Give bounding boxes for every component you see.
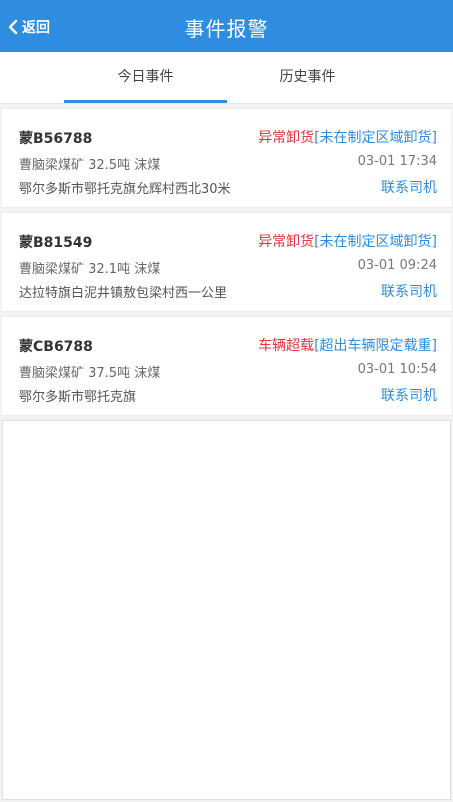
tab-today-events[interactable]: 今日事件 (64, 52, 227, 104)
plate-number: 蒙B81549 (19, 235, 93, 251)
event-address: 达拉特旗白泥井镇敖包梁村西一公里 (19, 286, 228, 301)
event-time: 03-01 10:54 (357, 362, 437, 377)
event-card[interactable]: 蒙B81549 异常卸货[未在制定区域卸货] 曹脑梁煤矿 32.1吨 沫煤 03… (2, 212, 451, 312)
page-title: 事件报警 (184, 17, 269, 41)
event-card[interactable]: 蒙B56788 异常卸货[未在制定区域卸货] 曹脑梁煤矿 32.5吨 沫煤 03… (2, 108, 451, 208)
event-time: 03-01 17:34 (357, 154, 437, 169)
alert-label: 异常卸货[未在制定区域卸货] (258, 127, 437, 147)
alert-detail: [未在制定区域卸货] (314, 130, 437, 146)
active-tab-indicator (64, 100, 227, 103)
tab-history-events[interactable]: 历史事件 (226, 52, 389, 104)
app-header: 返回 事件报警 (0, 0, 453, 52)
alert-detail: [超出车辆限定载重] (314, 338, 437, 354)
cargo-info: 曹脑梁煤矿 37.5吨 沫煤 (19, 366, 161, 381)
event-address: 鄂尔多斯市鄂托克旗允辉村西北30米 (19, 182, 231, 197)
tab-bar: 今日事件 历史事件 (0, 52, 453, 104)
event-address: 鄂尔多斯市鄂托克旗 (19, 390, 137, 405)
alert-detail: [未在制定区域卸货] (314, 234, 437, 250)
plate-number: 蒙CB6788 (19, 339, 93, 355)
alert-type: 异常卸货 (258, 234, 315, 250)
contact-driver-link[interactable]: 联系司机 (381, 281, 437, 301)
empty-content-area (2, 420, 451, 800)
event-card[interactable]: 蒙CB6788 车辆超载[超出车辆限定载重] 曹脑梁煤矿 37.5吨 沫煤 03… (2, 316, 451, 416)
cargo-info: 曹脑梁煤矿 32.1吨 沫煤 (19, 262, 161, 277)
contact-driver-link[interactable]: 联系司机 (381, 177, 437, 197)
alert-type: 异常卸货 (258, 130, 315, 146)
alert-label: 车辆超载[超出车辆限定载重] (258, 335, 437, 355)
event-time: 03-01 09:24 (357, 258, 437, 273)
alert-type: 车辆超载 (258, 338, 315, 354)
plate-number: 蒙B56788 (19, 131, 93, 147)
contact-driver-link[interactable]: 联系司机 (381, 385, 437, 405)
cargo-info: 曹脑梁煤矿 32.5吨 沫煤 (19, 158, 161, 173)
alert-label: 异常卸货[未在制定区域卸货] (258, 231, 437, 251)
